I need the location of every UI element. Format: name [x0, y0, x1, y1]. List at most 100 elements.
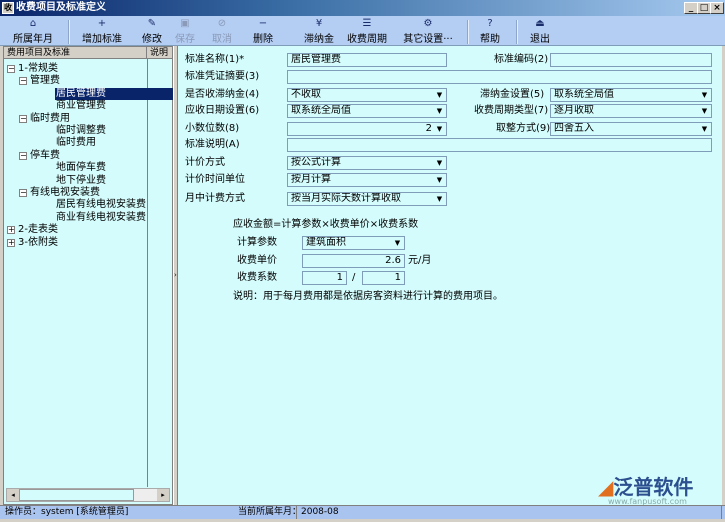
period-button[interactable]: ⌂ 所属年月 — [13, 17, 53, 45]
select-value: 逐月收取 — [554, 105, 594, 116]
duedate-label: 应收日期设置(6) — [185, 105, 260, 116]
select-value: 取系统全局值 — [554, 89, 614, 100]
coef-denominator-input[interactable]: 1 — [362, 271, 405, 285]
chevron-down-icon[interactable]: ▼ — [699, 90, 710, 100]
save-button[interactable]: ▣ 保存 — [175, 17, 195, 45]
price-input[interactable]: 2.6 — [302, 254, 405, 268]
detail-panel: 标准名称(1)* 居民管理费 标准编码(2) 标准凭证摘要(3) 是否收滞纳金(… — [178, 46, 722, 506]
scroll-thumb[interactable] — [19, 489, 134, 501]
select-value: 四舍五入 — [554, 123, 594, 134]
voucher-label: 标准凭证摘要(3) — [185, 71, 260, 82]
tree-item[interactable]: 2-走表类 — [17, 224, 59, 236]
tree-item[interactable]: 有线电视安装费 — [29, 187, 101, 199]
tree-item[interactable]: 居民有线电视安装费 — [55, 199, 147, 211]
latefee-select[interactable]: 不收取 ▼ — [287, 88, 447, 102]
button-label: 其它设置··· — [403, 34, 453, 45]
delete-button[interactable]: − 删除 — [253, 17, 273, 45]
collapse-icon[interactable]: − — [7, 65, 15, 73]
maximize-button[interactable]: □ — [697, 2, 711, 14]
tree-item[interactable]: 商业管理费 — [55, 100, 107, 112]
coef-label: 收费系数 — [237, 272, 277, 283]
tree-item[interactable]: 管理费 — [29, 75, 61, 87]
button-label: 增加标准 — [82, 34, 122, 45]
chevron-down-icon[interactable]: ▼ — [699, 106, 710, 116]
status-operator: 操作员：system [系统管理员] — [2, 506, 128, 519]
tree-item[interactable]: 停车费 — [29, 150, 61, 162]
horizontal-scrollbar[interactable]: ◂ ▸ — [6, 488, 170, 502]
coef-slash: / — [352, 272, 356, 283]
exit-icon: ⏏ — [535, 18, 545, 29]
chevron-down-icon[interactable]: ▼ — [434, 158, 445, 168]
chevron-down-icon[interactable]: ▼ — [434, 124, 445, 134]
cycle-type-select[interactable]: 逐月收取 ▼ — [550, 104, 712, 118]
collapse-icon[interactable]: − — [19, 189, 27, 197]
latefee-label: 是否收滞纳金(4) — [185, 89, 260, 100]
collapse-icon[interactable]: − — [19, 114, 27, 123]
chevron-down-icon[interactable]: ▼ — [434, 106, 445, 116]
status-period: 当前所属年月：2008-08 — [110, 506, 339, 519]
pricing-select[interactable]: 按公式计算 ▼ — [287, 156, 447, 170]
name-input[interactable]: 居民管理费 — [287, 53, 447, 67]
latefee-setting-select[interactable]: 取系统全局值 ▼ — [550, 88, 712, 102]
coef-numerator-input[interactable]: 1 — [302, 271, 347, 285]
chevron-down-icon[interactable]: ▼ — [392, 238, 403, 248]
midmonth-label: 月中计费方式 — [185, 193, 245, 204]
scroll-right-icon[interactable]: ▸ — [157, 489, 169, 501]
calendar-icon: ⌂ — [29, 18, 37, 29]
cancel-button[interactable]: ⊘ 取消 — [212, 17, 232, 45]
tree-item[interactable]: 1-常规类 — [17, 63, 59, 75]
chevron-down-icon[interactable]: ▼ — [434, 194, 445, 204]
chevron-down-icon[interactable]: ▼ — [434, 175, 445, 185]
param-select[interactable]: 建筑面积 ▼ — [302, 236, 405, 250]
tree-header: 费用项目及标准 说明 — [4, 47, 172, 59]
save-icon: ▣ — [180, 18, 190, 29]
tree-item[interactable]: 地面停车费 — [55, 162, 107, 174]
decimal-select[interactable]: 2 ▼ — [287, 122, 447, 136]
edit-button[interactable]: ✎ 修改 — [142, 17, 162, 45]
column-header-items[interactable]: 费用项目及标准 — [7, 47, 147, 59]
tree-item[interactable]: 临时费用 — [55, 137, 97, 149]
select-value: 不收取 — [291, 89, 321, 100]
rounding-select[interactable]: 四舍五入 ▼ — [550, 122, 712, 136]
app-icon: 收 — [2, 2, 14, 14]
select-value: 建筑面积 — [306, 237, 346, 248]
expand-icon[interactable]: + — [7, 226, 15, 235]
expand-icon[interactable]: + — [7, 238, 15, 247]
midmonth-select[interactable]: 按当月实际天数计算收取 ▼ — [287, 192, 447, 206]
tree-item[interactable]: 3-依附类 — [17, 237, 59, 249]
button-label: 退出 — [530, 34, 550, 45]
minimize-button[interactable]: _ — [684, 2, 698, 14]
chevron-down-icon[interactable]: ▼ — [699, 124, 710, 134]
edit-icon: ✎ — [147, 18, 157, 29]
collapse-icon[interactable]: − — [19, 151, 27, 160]
close-button[interactable]: × — [710, 2, 724, 14]
fee-tree-panel: 费用项目及标准 说明 −1-常规类 − 管理费 居民管理费 商业管理费 − 临时费用 临时调整… — [3, 46, 180, 505]
help-button[interactable]: ? 帮助 — [480, 17, 500, 45]
other-settings-button[interactable]: ⚙ 其它设置··· — [403, 17, 453, 45]
description-input[interactable] — [287, 138, 712, 152]
button-label: 所属年月 — [13, 34, 53, 45]
add-standard-button[interactable]: + 增加标准 — [82, 17, 122, 45]
code-input[interactable] — [550, 53, 712, 67]
select-value: 取系统全局值 — [291, 105, 351, 116]
exit-button[interactable]: ⏏ 退出 — [530, 17, 550, 45]
tree-item[interactable]: 临时调整费 — [55, 125, 107, 137]
cycle-button[interactable]: ☰ 收费周期 — [347, 17, 387, 45]
code-label: 标准编码(2) — [494, 54, 549, 65]
timeunit-select[interactable]: 按月计算 ▼ — [287, 173, 447, 187]
collapse-icon[interactable]: − — [19, 77, 27, 86]
duedate-select[interactable]: 取系统全局值 ▼ — [287, 104, 447, 118]
tree-item[interactable]: 临时费用 — [29, 113, 71, 125]
status-empty — [297, 506, 722, 519]
late-fee-button[interactable]: ¥ 滞纳金 — [304, 17, 334, 45]
tree-item[interactable]: 商业有线电视安装费 — [55, 212, 147, 224]
chevron-down-icon[interactable]: ▼ — [434, 90, 445, 100]
column-header-desc[interactable]: 说明 — [150, 47, 168, 59]
scroll-left-icon[interactable]: ◂ — [7, 489, 19, 501]
tree-item[interactable]: 居民管理费 — [55, 87, 180, 100]
button-label: 删除 — [253, 34, 273, 45]
voucher-input[interactable] — [287, 70, 712, 84]
splitter-arrow-icon[interactable]: › — [174, 271, 177, 279]
toolbar: ⌂ 所属年月 + 增加标准 ✎ 修改 ▣ 保存 ⊘ 取消 − 删除 ¥ 滞纳金 ☰ 收费周期 ⚙… — [0, 16, 725, 46]
tree-item[interactable]: 地下停业费 — [55, 175, 107, 187]
